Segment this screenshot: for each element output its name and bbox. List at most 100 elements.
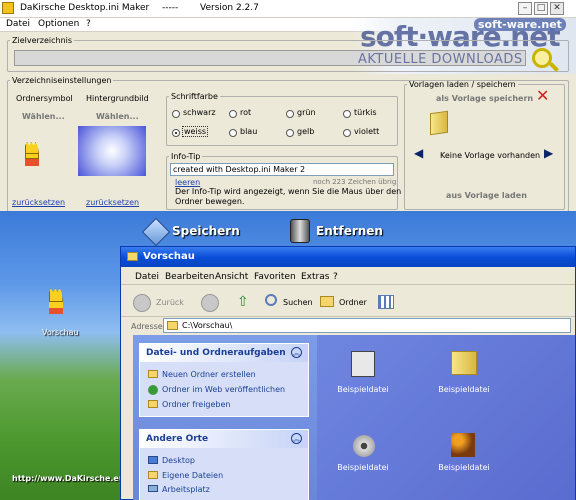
preview-menu-extras[interactable]: Extras (301, 272, 329, 282)
place-documents[interactable]: Eigene Dateien (162, 471, 223, 480)
preview-toolbar: Zurück ⇧ Suchen Ordner (121, 287, 575, 317)
task-share-folder[interactable]: Ordner freigeben (162, 400, 231, 409)
ordnersymbol-select[interactable]: Wählen... (22, 112, 65, 121)
radio-schwarz[interactable] (172, 110, 180, 118)
save-template-link[interactable]: als Vorlage speichern (436, 94, 533, 103)
vorlagen-legend: Vorlagen laden / speichern (409, 80, 516, 89)
template-folder-icon (428, 110, 450, 136)
hintergrund-select[interactable]: Wählen... (96, 112, 139, 121)
file-icon-document[interactable] (351, 351, 375, 377)
schriftfarbe-group: Schriftfarbe (166, 92, 398, 146)
background-preview[interactable] (78, 126, 146, 176)
infotip-input[interactable]: created with Desktop.ini Maker 2 (170, 163, 394, 176)
minimize-icon[interactable]: – (518, 2, 532, 15)
infotip-hint-2: Ordner bewegen. (175, 197, 245, 206)
menu-help[interactable]: ? (86, 19, 91, 29)
radio-weiss[interactable] (172, 129, 180, 137)
bart-icon (23, 142, 41, 166)
folders-button[interactable]: Ordner (339, 298, 367, 307)
radio-violett[interactable] (343, 129, 351, 137)
share-folder-icon (148, 400, 158, 408)
collapse-icon[interactable]: ︽ (291, 433, 302, 444)
preview-menu-bar: Datei Bearbeiten Ansicht Favoriten Extra… (121, 269, 575, 285)
new-folder-icon (148, 370, 158, 378)
radio-gelb[interactable] (286, 129, 294, 137)
title-bar: DaKirsche Desktop.ini Maker ----- Versio… (0, 0, 576, 18)
file-icon-giraffe[interactable] (451, 433, 475, 457)
back-button[interactable]: Zurück (156, 298, 184, 307)
preview-menu-ansicht[interactable]: Ansicht (215, 272, 248, 282)
search-icon[interactable] (532, 48, 552, 68)
desktop-icon-label: Vorschau (42, 328, 79, 337)
preview-menu-bearbeiten[interactable]: Bearbeiten (165, 272, 214, 282)
preview-menu-help[interactable]: ? (333, 272, 338, 282)
search-icon[interactable] (265, 294, 277, 306)
address-bar: Adresse C:\Vorschau\ (121, 317, 575, 335)
radio-gruen[interactable] (286, 110, 294, 118)
radio-tuerkis[interactable] (343, 110, 351, 118)
radio-label-gruen: grün (297, 108, 316, 117)
file-pane: Beispieldatei Beispieldatei Beispieldate… (317, 335, 575, 500)
ordnersymbol-reset-link[interactable]: zurücksetzen (12, 198, 65, 207)
task-publish-folder[interactable]: Ordner im Web veröffentlichen (162, 385, 285, 394)
radio-label-blau: blau (240, 127, 258, 136)
hintergrund-reset-link[interactable]: zurücksetzen (86, 198, 139, 207)
remove-button[interactable]: Entfernen (316, 224, 383, 238)
radio-rot[interactable] (229, 110, 237, 118)
desktop-bart-icon[interactable] (46, 288, 66, 314)
up-folder-icon[interactable]: ⇧ (237, 294, 249, 310)
trash-icon[interactable] (290, 219, 310, 243)
file-label-3: Beispieldatei (337, 463, 389, 472)
places-title[interactable]: Andere Orte (140, 430, 308, 448)
delete-template-icon[interactable]: ✕ (536, 88, 549, 104)
radio-label-tuerkis: türkis (354, 108, 377, 117)
file-icon-disc[interactable] (353, 435, 375, 457)
radio-label-weiss: weiss (182, 126, 209, 137)
next-template-icon[interactable]: ▶ (544, 146, 553, 160)
address-value: C:\Vorschau\ (182, 321, 233, 330)
zielverzeichnis-legend: Zielverzeichnis (12, 36, 73, 45)
views-icon[interactable] (378, 295, 394, 309)
file-icon-folder[interactable] (451, 351, 477, 375)
infotip-clear-link[interactable]: leeren (175, 178, 200, 187)
radio-blau[interactable] (229, 129, 237, 137)
preview-menu-favoriten[interactable]: Favoriten (254, 272, 296, 282)
address-label: Adresse (131, 322, 163, 331)
menu-optionen[interactable]: Optionen (38, 19, 79, 29)
watermark-subtitle: AKTUELLE DOWNLOADS (358, 52, 523, 67)
documents-icon (148, 471, 158, 479)
desktop-icon (148, 456, 158, 464)
computer-icon (148, 485, 158, 492)
load-template-link[interactable]: aus Vorlage laden (446, 191, 527, 200)
radio-label-gelb: gelb (297, 127, 315, 136)
search-button[interactable]: Suchen (283, 298, 313, 307)
tasks-title[interactable]: Datei- und Ordneraufgaben (140, 344, 308, 362)
place-computer[interactable]: Arbeitsplatz (162, 485, 210, 494)
back-arrow-icon[interactable] (133, 294, 151, 312)
close-icon[interactable]: ✕ (550, 2, 564, 15)
prev-template-icon[interactable]: ◀ (414, 146, 423, 160)
collapse-icon[interactable]: ︽ (291, 347, 302, 358)
preview-title-bar: Vorschau (121, 247, 575, 267)
file-label-1: Beispieldatei (337, 385, 389, 394)
folders-icon[interactable] (320, 296, 334, 307)
infotip-legend: Info-Tip (171, 152, 201, 161)
hintergrund-label: Hintergrundbild (86, 94, 149, 103)
save-button[interactable]: Speichern (172, 224, 240, 238)
maximize-icon[interactable]: □ (534, 2, 548, 15)
title-separator: ----- (162, 3, 179, 13)
app-version: Version 2.2.7 (200, 3, 259, 13)
file-label-2: Beispieldatei (438, 385, 490, 394)
ordnersymbol-label: Ordnersymbol (16, 94, 73, 103)
globe-icon (148, 385, 158, 395)
radio-label-rot: rot (240, 108, 252, 117)
task-new-folder[interactable]: Neuen Ordner erstellen (162, 370, 256, 379)
place-desktop[interactable]: Desktop (162, 456, 195, 465)
task-pane: Datei- und Ordneraufgaben ︽ Neuen Ordner… (133, 335, 317, 500)
preview-title: Vorschau (143, 251, 195, 262)
preview-menu-datei[interactable]: Datei (135, 272, 159, 282)
address-input[interactable]: C:\Vorschau\ (163, 318, 571, 333)
menu-datei[interactable]: Datei (6, 19, 30, 29)
desktop-url: http://www.DaKirsche.eu (12, 474, 125, 483)
forward-arrow-icon[interactable] (201, 294, 219, 312)
